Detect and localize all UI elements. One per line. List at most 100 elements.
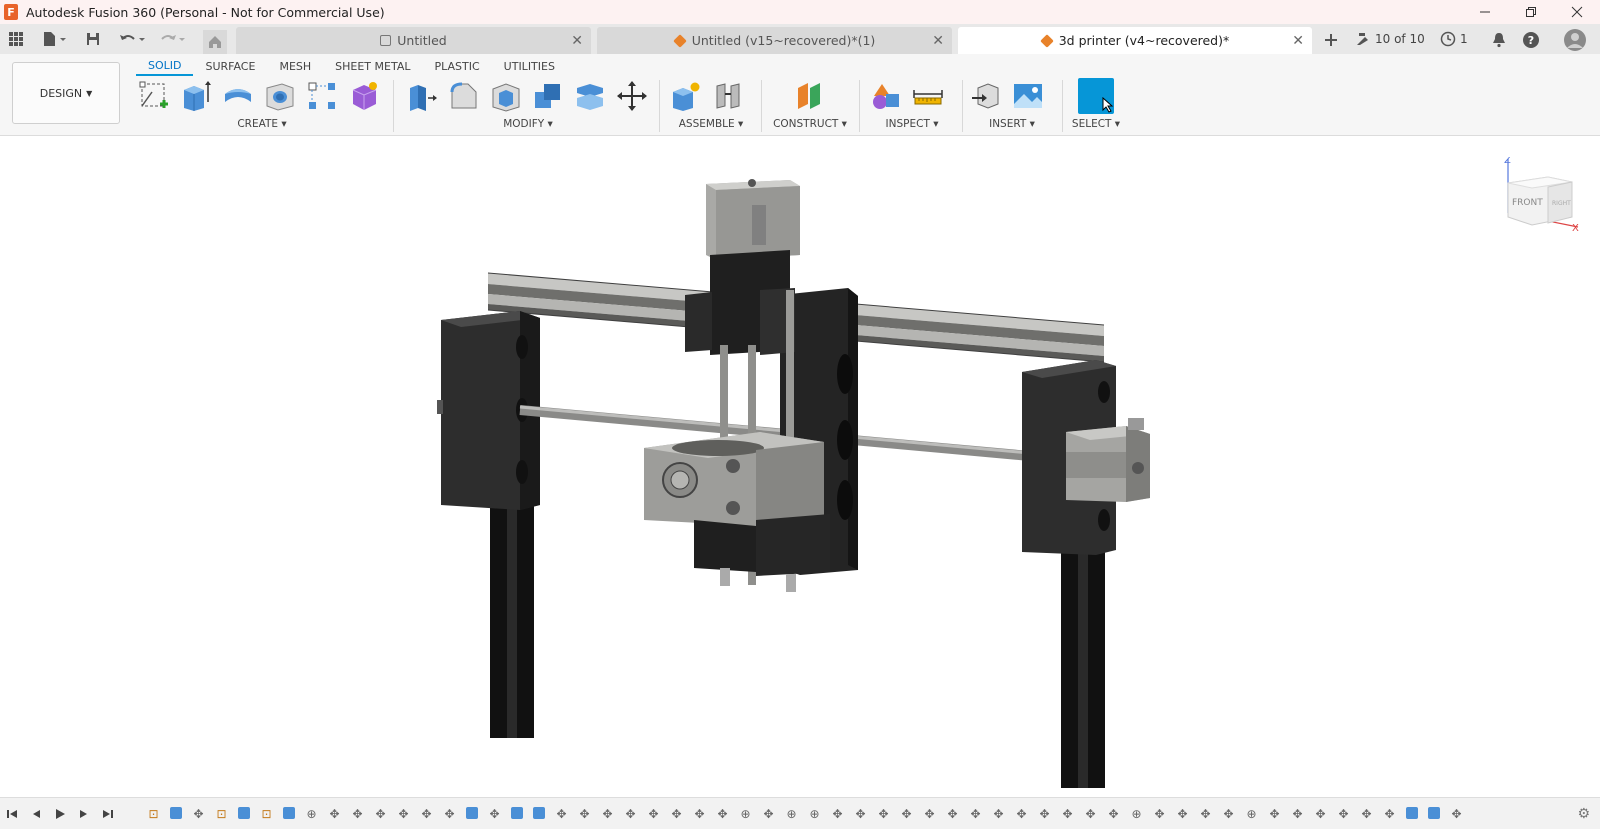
shell-button[interactable]	[488, 78, 524, 114]
timeline-move-icon[interactable]: ✥	[945, 806, 960, 821]
timeline-move-icon[interactable]: ✥	[1037, 806, 1052, 821]
timeline-joint-icon[interactable]: ⊕	[1129, 806, 1144, 821]
timeline-extrude-icon[interactable]	[238, 807, 250, 819]
timeline-move-icon[interactable]: ✥	[1060, 806, 1075, 821]
tab-close-button[interactable]: ✕	[571, 33, 583, 49]
pattern-button[interactable]	[304, 78, 340, 114]
fillet-button[interactable]	[446, 78, 482, 114]
joint-button[interactable]	[710, 78, 746, 114]
help-button[interactable]: ?	[1520, 30, 1542, 50]
timeline-move-icon[interactable]: ✥	[419, 806, 434, 821]
timeline-joint-icon[interactable]: ⊕	[304, 806, 319, 821]
timeline-move-icon[interactable]: ✥	[396, 806, 411, 821]
timeline-move-icon[interactable]: ✥	[577, 806, 592, 821]
close-window-button[interactable]	[1554, 0, 1600, 24]
go-to-start-button[interactable]	[6, 808, 18, 820]
assemble-menu[interactable]: ASSEMBLE ▾	[668, 118, 754, 130]
timeline-move-icon[interactable]: ✥	[876, 806, 891, 821]
timeline-move-icon[interactable]: ✥	[442, 806, 457, 821]
timeline-move-icon[interactable]: ✥	[1336, 806, 1351, 821]
history-button[interactable]: 1	[1440, 27, 1468, 51]
timeline-extrude-icon[interactable]	[283, 807, 295, 819]
timeline-move-icon[interactable]: ✥	[623, 806, 638, 821]
timeline-move-icon[interactable]: ✥	[715, 806, 730, 821]
select-tool-button[interactable]	[1078, 78, 1114, 114]
extrude-button[interactable]	[178, 78, 214, 114]
timeline-joint-icon[interactable]: ⊕	[784, 806, 799, 821]
timeline-move-icon[interactable]: ✥	[600, 806, 615, 821]
step-back-button[interactable]	[30, 808, 42, 820]
timeline-move-icon[interactable]: ✥	[1221, 806, 1236, 821]
tab-surface[interactable]: SURFACE	[193, 56, 267, 76]
notifications-button[interactable]	[1488, 30, 1510, 50]
create-form-button[interactable]	[346, 78, 382, 114]
create-menu[interactable]: CREATE ▾	[136, 118, 388, 130]
measure-button[interactable]	[910, 78, 946, 114]
view-cube[interactable]: Z X FRONT RIGHT	[1500, 157, 1580, 232]
timeline-move-icon[interactable]: ✥	[487, 806, 502, 821]
tab-mesh[interactable]: MESH	[267, 56, 323, 76]
timeline-move-icon[interactable]: ✥	[1175, 806, 1190, 821]
timeline-move-icon[interactable]: ✥	[1106, 806, 1121, 821]
minimize-button[interactable]	[1462, 0, 1508, 24]
split-body-button[interactable]	[572, 78, 608, 114]
modify-menu[interactable]: MODIFY ▾	[404, 118, 652, 130]
timeline-joint-icon[interactable]: ⊕	[738, 806, 753, 821]
new-tab-button[interactable]	[1320, 30, 1342, 50]
app-grid-button[interactable]	[5, 29, 27, 49]
canvas-viewport[interactable]: Z X FRONT RIGHT	[0, 137, 1600, 797]
timeline-move-icon[interactable]: ✥	[1290, 806, 1305, 821]
timeline-joint-icon[interactable]: ⊕	[1244, 806, 1259, 821]
timeline-move-icon[interactable]: ✥	[1014, 806, 1029, 821]
move-copy-button[interactable]	[614, 78, 650, 114]
timeline-move-icon[interactable]: ✥	[350, 806, 365, 821]
new-component-button[interactable]	[668, 78, 704, 114]
combine-button[interactable]	[530, 78, 566, 114]
timeline-move-icon[interactable]: ✥	[669, 806, 684, 821]
insert-derive-button[interactable]	[968, 78, 1004, 114]
tab-plastic[interactable]: PLASTIC	[423, 56, 492, 76]
timeline-move-icon[interactable]: ✥	[1198, 806, 1213, 821]
tab-solid[interactable]: SOLID	[136, 56, 193, 76]
inspect-menu[interactable]: INSPECT ▾	[868, 118, 956, 130]
timeline-move-icon[interactable]: ✥	[922, 806, 937, 821]
hole-button[interactable]	[262, 78, 298, 114]
timeline-extrude-icon[interactable]	[170, 807, 182, 819]
tab-untitled-v15[interactable]: Untitled (v15~recovered)*(1) ✕	[597, 27, 952, 54]
tab-utilities[interactable]: UTILITIES	[492, 56, 567, 76]
timeline-move-icon[interactable]: ✥	[327, 806, 342, 821]
insert-menu[interactable]: INSERT ▾	[968, 118, 1056, 130]
workspace-switcher[interactable]: DESIGN ▼	[12, 62, 120, 124]
timeline-settings-button[interactable]: ⚙	[1577, 806, 1590, 822]
job-status-button[interactable]: 10 of 10	[1355, 27, 1425, 51]
timeline-move-icon[interactable]: ✥	[991, 806, 1006, 821]
file-menu-button[interactable]	[38, 29, 70, 49]
tab-close-button[interactable]: ✕	[932, 33, 944, 49]
timeline-move-icon[interactable]: ✥	[853, 806, 868, 821]
tab-3d-printer[interactable]: 3d printer (v4~recovered)* ✕	[958, 27, 1312, 54]
timeline-move-icon[interactable]: ✥	[968, 806, 983, 821]
redo-button[interactable]	[156, 29, 188, 49]
construct-menu[interactable]: CONSTRUCT ▾	[768, 118, 852, 130]
timeline-move-icon[interactable]: ✥	[830, 806, 845, 821]
press-pull-button[interactable]	[404, 78, 440, 114]
timeline-sketch-icon[interactable]: ⊡	[146, 806, 161, 821]
timeline-move-icon[interactable]: ✥	[1313, 806, 1328, 821]
timeline-extrude-icon[interactable]	[466, 807, 478, 819]
play-button[interactable]	[54, 808, 66, 820]
timeline-move-icon[interactable]: ✥	[191, 806, 206, 821]
undo-button[interactable]	[116, 29, 148, 49]
timeline-move-icon[interactable]: ✥	[1083, 806, 1098, 821]
timeline-sketch-icon[interactable]: ⊡	[259, 806, 274, 821]
timeline-move-icon[interactable]: ✥	[692, 806, 707, 821]
display-component-colors-button[interactable]	[868, 78, 904, 114]
timeline-move-icon[interactable]: ✥	[1449, 806, 1464, 821]
timeline-extrude-icon[interactable]	[511, 807, 523, 819]
timeline-move-icon[interactable]: ✥	[899, 806, 914, 821]
timeline-extrude-icon[interactable]	[533, 807, 545, 819]
create-sketch-button[interactable]	[136, 78, 172, 114]
home-button[interactable]	[203, 30, 227, 54]
timeline-joint-icon[interactable]: ⊕	[807, 806, 822, 821]
tab-untitled[interactable]: Untitled ✕	[236, 27, 591, 54]
timeline-track[interactable]: ⊡ ✥ ⊡ ⊡ ⊕ ✥ ✥ ✥ ✥ ✥ ✥ ✥ ✥ ✥ ✥ ✥ ✥ ✥ ✥ ✥ …	[146, 806, 1464, 821]
